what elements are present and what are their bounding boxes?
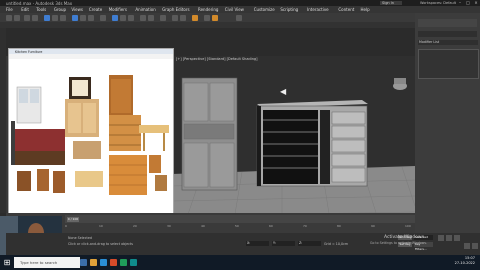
timeline-tick-label: 30	[167, 224, 171, 228]
menu-bar: File Edit Tools Group Views Create Modifiers An…	[0, 6, 480, 13]
object-name-field[interactable]	[418, 31, 477, 37]
select-icon[interactable]	[44, 14, 50, 21]
menu-modifiers[interactable]: Modifiers	[109, 7, 127, 12]
viewport-label[interactable]: [+] [Perspective] [Standard] [Default Sh…	[176, 57, 258, 61]
windows-start-icon[interactable]: ⊞	[2, 257, 12, 268]
3dsmax-icon[interactable]	[130, 259, 137, 266]
time-slider-handle[interactable]: 0 / 100	[67, 216, 79, 222]
sign-in-button[interactable]: Sign In	[380, 1, 402, 5]
activate-windows-title: Activate Windows	[384, 235, 424, 240]
timeline-tick-label: 40	[201, 224, 205, 228]
orbit-icon[interactable]	[472, 243, 478, 249]
menu-edit[interactable]: Edit	[21, 7, 29, 12]
menu-scripting[interactable]: Scripting	[280, 7, 298, 12]
unlink-icon[interactable]	[32, 14, 38, 21]
mirror-icon[interactable]	[140, 14, 146, 21]
file-explorer-icon[interactable]	[90, 259, 97, 266]
undo-icon[interactable]	[6, 14, 12, 21]
percent-snap-icon[interactable]	[128, 14, 134, 21]
activate-windows-subtitle: Go to Settings to activate Windows.	[370, 241, 428, 245]
timeline-ticks: 0 10 20 30 40 50 60 70 80 90 100	[65, 224, 415, 229]
scale-icon[interactable]	[88, 14, 94, 21]
menu-interactive[interactable]: Interactive	[307, 7, 329, 12]
timeline-tick-label: 20	[133, 224, 137, 228]
menu-graph-editors[interactable]: Graph Editors	[162, 7, 189, 12]
modifier-stack[interactable]	[418, 49, 479, 79]
browser-tab-title[interactable]: Kitchen Furniture	[15, 50, 42, 54]
command-panel: Modifier List	[415, 13, 480, 233]
prompt-line: Click or click-and-drag to select object…	[68, 242, 133, 246]
timeline-tick-label: 70	[303, 224, 307, 228]
menu-create[interactable]: Create	[89, 7, 102, 12]
schematic-icon[interactable]	[180, 14, 186, 21]
layer-icon[interactable]	[160, 14, 166, 21]
menu-customize[interactable]: Customize	[254, 7, 275, 12]
redo-icon[interactable]	[14, 14, 20, 21]
snap-icon[interactable]	[112, 14, 118, 21]
pivot-icon[interactable]	[100, 14, 106, 21]
window-title: untitled.max - Autodesk 3ds Max	[6, 0, 73, 6]
menu-civil-view[interactable]: Civil View	[225, 7, 244, 12]
region-select-icon[interactable]	[60, 14, 66, 21]
taskbar-clock[interactable]: 15:07 27-10-2022	[451, 256, 475, 266]
z-coordinate[interactable]: Z:	[298, 241, 321, 246]
modifier-list-dropdown[interactable]: Modifier List	[418, 40, 478, 45]
create-selection-set-icon[interactable]	[236, 14, 242, 21]
select-by-name-icon[interactable]	[52, 14, 58, 21]
timeline-tick-label: 100	[405, 224, 411, 228]
task-view-icon[interactable]	[80, 259, 87, 266]
timeline-tick-label: 60	[269, 224, 273, 228]
go-to-start-icon[interactable]	[438, 235, 444, 241]
menu-file[interactable]: File	[6, 7, 13, 12]
viewport-scene: ◀	[172, 77, 415, 232]
speaker-icon: ◀	[280, 87, 287, 96]
main-toolbar	[0, 13, 415, 22]
shelf-unit-model[interactable]	[256, 100, 368, 187]
timeline-tick-label: 0	[65, 224, 67, 228]
go-to-end-icon[interactable]	[454, 235, 460, 241]
play-icon[interactable]	[446, 235, 452, 241]
menu-views[interactable]: Views	[71, 7, 83, 12]
menu-rendering[interactable]: Rendering	[198, 7, 218, 12]
align-icon[interactable]	[148, 14, 154, 21]
timeline-tick-label: 10	[99, 224, 103, 228]
render-icon[interactable]	[212, 14, 218, 21]
chrome-icon[interactable]	[120, 259, 127, 266]
material-editor-icon[interactable]	[192, 14, 198, 21]
office-icon[interactable]	[110, 259, 117, 266]
x-coordinate[interactable]: X:	[246, 241, 269, 246]
grid-size: Grid = 10,0cm	[324, 242, 349, 246]
command-panel-tabs[interactable]	[418, 19, 477, 27]
cabinet-model[interactable]	[181, 77, 238, 191]
clock-date: 27-10-2022	[454, 261, 475, 265]
render-setup-icon[interactable]	[204, 14, 210, 21]
selection-status: None Selected	[68, 236, 92, 240]
y-coordinate[interactable]: Y:	[272, 241, 295, 246]
curve-editor-icon[interactable]	[172, 14, 178, 21]
reference-image-window[interactable]: Kitchen Furniture 100%	[8, 48, 174, 220]
angle-snap-icon[interactable]	[120, 14, 126, 21]
furniture-reference-image	[9, 59, 173, 219]
menu-content[interactable]: Content	[338, 7, 354, 12]
edge-icon[interactable]	[100, 259, 107, 266]
menu-group[interactable]: Group	[54, 7, 66, 12]
time-slider[interactable]: 0 / 100	[65, 215, 415, 223]
menu-help[interactable]: Help	[361, 7, 370, 12]
timeline-tick-label: 50	[235, 224, 239, 228]
menu-tools[interactable]: Tools	[36, 7, 46, 12]
rotate-icon[interactable]	[80, 14, 86, 21]
move-icon[interactable]	[72, 14, 78, 21]
timeline-tick-label: 80	[337, 224, 341, 228]
link-icon[interactable]	[24, 14, 30, 21]
zoom-extents-icon[interactable]	[464, 243, 470, 249]
perspective-viewport[interactable]: ◀	[172, 56, 415, 232]
timeline-tick-label: 90	[371, 224, 375, 228]
secondary-toolbar	[0, 22, 415, 28]
menu-animation[interactable]: Animation	[135, 7, 155, 12]
taskbar-search-input[interactable]: Type here to search	[14, 257, 80, 268]
